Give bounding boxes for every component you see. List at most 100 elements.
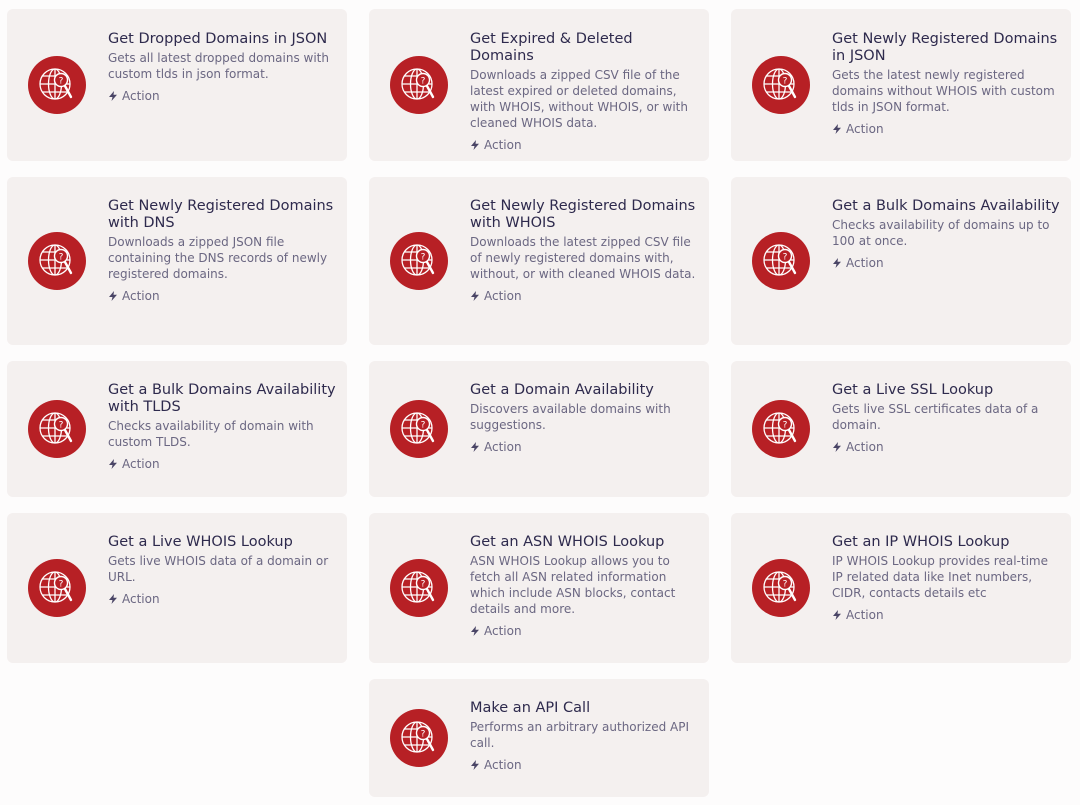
globe-question-icon: ?	[28, 559, 86, 617]
globe-question-icon: ?	[752, 232, 810, 290]
card-action-label: Action	[108, 89, 336, 103]
card-title: Make an API Call	[470, 700, 591, 716]
action-card-get-ip-whois-lookup[interactable]: ? Get an IP WHOIS Lookup IP WHOIS Lookup…	[731, 513, 1071, 663]
bolt-icon	[471, 140, 479, 150]
card-action-label: Action	[108, 592, 336, 606]
bolt-icon	[109, 459, 117, 469]
svg-text:?: ?	[783, 252, 788, 262]
card-description: IP WHOIS Lookup provides real-time IP re…	[832, 554, 1048, 600]
svg-text:?: ?	[421, 252, 426, 262]
card-title: Get an IP WHOIS Lookup	[832, 534, 1010, 550]
bolt-icon	[833, 442, 841, 452]
bolt-icon	[109, 594, 117, 604]
action-card-get-expired-deleted-domains[interactable]: ? Get Expired & Deleted Domains Download…	[369, 9, 709, 161]
card-description: Downloads the latest zipped CSV file of …	[470, 235, 696, 281]
action-card-get-live-ssl-lookup[interactable]: ? Get a Live SSL Lookup Gets live SSL ce…	[731, 361, 1071, 497]
globe-question-icon: ?	[390, 232, 448, 290]
svg-text:?: ?	[783, 76, 788, 86]
card-title: Get a Domain Availability	[470, 382, 654, 398]
card-description: Gets all latest dropped domains with cus…	[108, 51, 329, 81]
bolt-icon	[471, 291, 479, 301]
svg-text:?: ?	[421, 579, 426, 589]
svg-text:?: ?	[421, 729, 426, 739]
card-description: Checks availability of domain with custo…	[108, 419, 314, 449]
action-text: Action	[122, 457, 160, 471]
bolt-icon	[833, 258, 841, 268]
action-card-get-newly-registered-domains-whois[interactable]: ? Get Newly Registered Domains with WHOI…	[369, 177, 709, 345]
bolt-icon	[109, 291, 117, 301]
bolt-icon	[471, 626, 479, 636]
card-action-label: Action	[832, 608, 1060, 622]
globe-question-icon: ?	[390, 56, 448, 114]
action-text: Action	[846, 256, 884, 270]
card-title: Get Newly Registered Domains in JSON	[832, 31, 1058, 64]
action-card-get-dropped-domains-json[interactable]: ? Get Dropped Domains in JSON Gets all l…	[7, 9, 347, 161]
card-description: Downloads a zipped JSON file containing …	[108, 235, 328, 281]
card-description: ASN WHOIS Lookup allows you to fetch all…	[470, 554, 676, 616]
svg-text:?: ?	[59, 420, 64, 430]
card-description: Performs an arbitrary authorized API cal…	[470, 720, 689, 750]
action-text: Action	[846, 608, 884, 622]
action-text: Action	[846, 440, 884, 454]
bolt-icon	[109, 91, 117, 101]
globe-question-icon: ?	[752, 559, 810, 617]
card-description: Gets live SSL certificates data of a dom…	[832, 402, 1039, 432]
bolt-icon	[471, 760, 479, 770]
card-title: Get a Live SSL Lookup	[832, 382, 994, 398]
card-title: Get Newly Registered Domains with WHOIS	[470, 198, 696, 231]
globe-question-icon: ?	[390, 709, 448, 767]
action-card-get-newly-registered-domains-dns[interactable]: ? Get Newly Registered Domains with DNS …	[7, 177, 347, 345]
action-text: Action	[484, 138, 522, 152]
globe-question-icon: ?	[752, 56, 810, 114]
card-description: Gets the latest newly registered domains…	[832, 68, 1055, 114]
action-card-get-bulk-domains-availability-tlds[interactable]: ? Get a Bulk Domains Availability with T…	[7, 361, 347, 497]
action-card-get-asn-whois-lookup[interactable]: ? Get an ASN WHOIS Lookup ASN WHOIS Look…	[369, 513, 709, 663]
action-text: Action	[122, 89, 160, 103]
card-action-label: Action	[470, 138, 698, 152]
action-text: Action	[122, 592, 160, 606]
card-action-label: Action	[832, 122, 1060, 136]
card-action-label: Action	[108, 289, 336, 303]
card-action-label: Action	[470, 624, 698, 638]
globe-question-icon: ?	[28, 232, 86, 290]
card-title: Get an ASN WHOIS Lookup	[470, 534, 665, 550]
action-card-make-api-call[interactable]: ? Make an API Call Performs an arbitrary…	[369, 679, 709, 797]
card-title: Get a Bulk Domains Availability	[832, 198, 1060, 214]
card-description: Downloads a zipped CSV file of the lates…	[470, 68, 688, 130]
card-action-label: Action	[108, 457, 336, 471]
card-action-label: Action	[470, 440, 698, 454]
card-title: Get Dropped Domains in JSON	[108, 31, 328, 47]
globe-question-icon: ?	[752, 400, 810, 458]
svg-text:?: ?	[59, 252, 64, 262]
action-text: Action	[122, 289, 160, 303]
bolt-icon	[833, 124, 841, 134]
action-card-get-newly-registered-domains-json[interactable]: ? Get Newly Registered Domains in JSON G…	[731, 9, 1071, 161]
action-card-get-live-whois-lookup[interactable]: ? Get a Live WHOIS Lookup Gets live WHOI…	[7, 513, 347, 663]
svg-text:?: ?	[59, 579, 64, 589]
bolt-icon	[471, 442, 479, 452]
svg-text:?: ?	[59, 76, 64, 86]
action-card-get-domain-availability[interactable]: ? Get a Domain Availability Discovers av…	[369, 361, 709, 497]
card-title: Get Expired & Deleted Domains	[470, 31, 633, 64]
globe-question-icon: ?	[390, 559, 448, 617]
action-text: Action	[484, 440, 522, 454]
action-text: Action	[846, 122, 884, 136]
card-action-label: Action	[470, 758, 698, 772]
card-description: Discovers available domains with suggest…	[470, 402, 671, 432]
action-text: Action	[484, 758, 522, 772]
action-card-get-bulk-domains-availability[interactable]: ? Get a Bulk Domains Availability Checks…	[731, 177, 1071, 345]
card-action-label: Action	[832, 256, 1060, 270]
card-title: Get a Bulk Domains Availability with TLD…	[108, 382, 336, 415]
card-title: Get Newly Registered Domains with DNS	[108, 198, 334, 231]
bolt-icon	[833, 610, 841, 620]
svg-text:?: ?	[421, 420, 426, 430]
action-text: Action	[484, 624, 522, 638]
card-title: Get a Live WHOIS Lookup	[108, 534, 293, 550]
globe-question-icon: ?	[28, 400, 86, 458]
svg-text:?: ?	[421, 76, 426, 86]
globe-question-icon: ?	[390, 400, 448, 458]
globe-question-icon: ?	[28, 56, 86, 114]
svg-text:?: ?	[783, 420, 788, 430]
action-text: Action	[484, 289, 522, 303]
card-description: Gets live WHOIS data of a domain or URL.	[108, 554, 329, 584]
